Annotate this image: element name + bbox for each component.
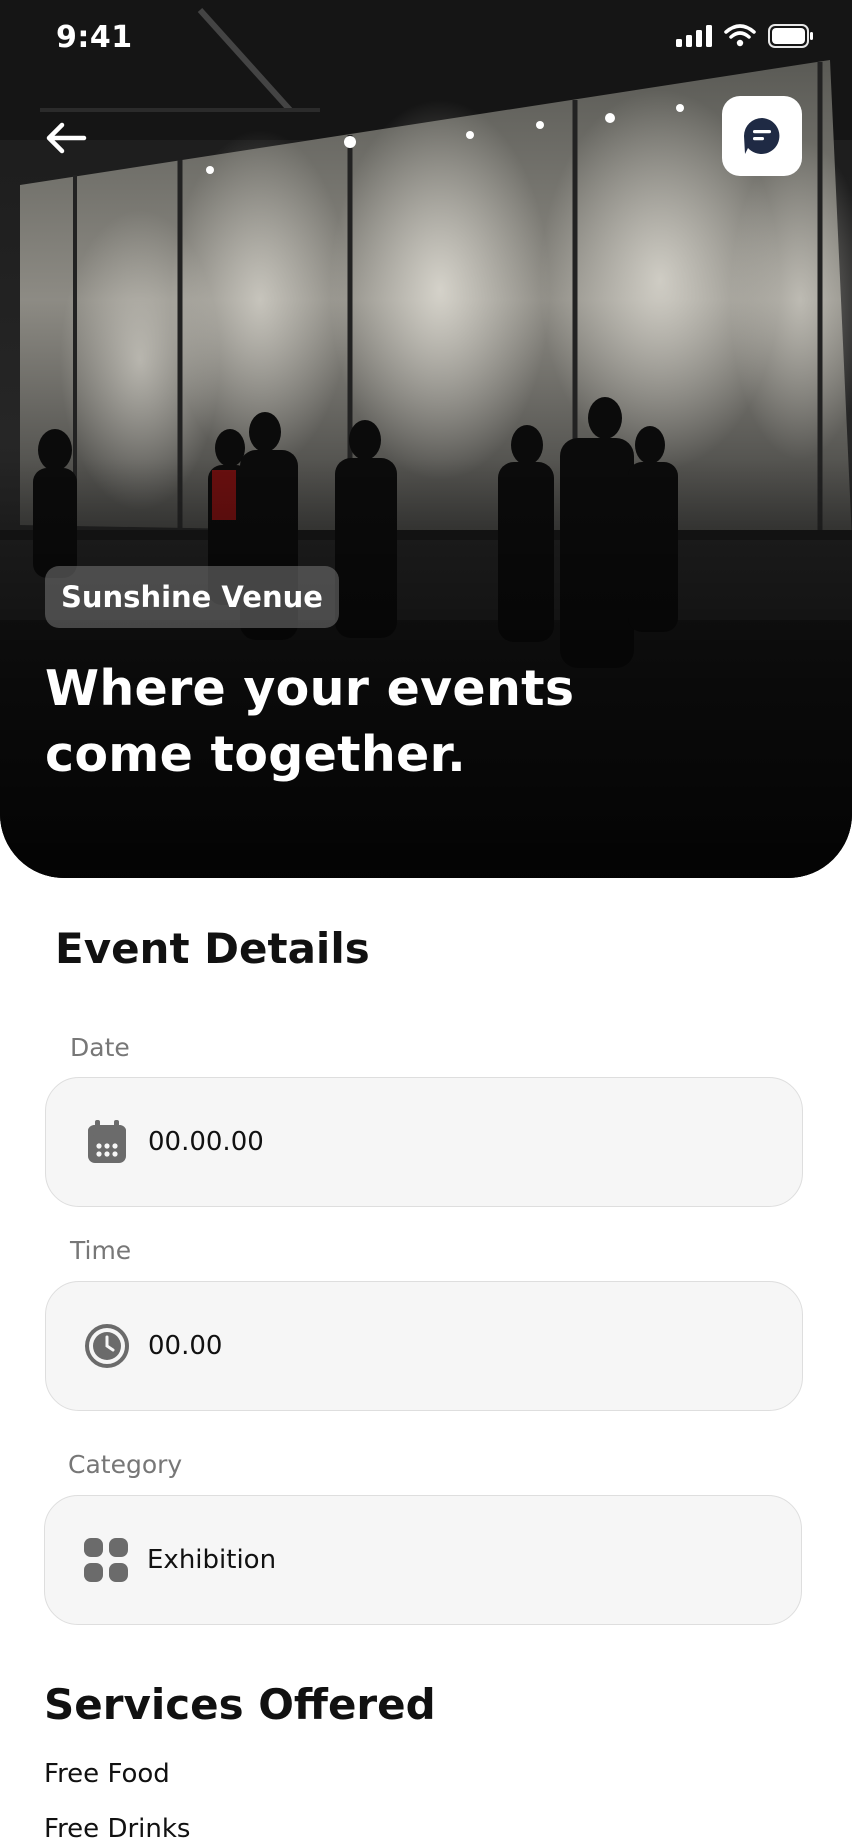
back-button[interactable] (40, 112, 92, 164)
chat-icon (744, 118, 780, 154)
venue-name-badge: Sunshine Venue (45, 566, 339, 628)
hero-headline: Where your events come together. (45, 656, 685, 788)
time-field[interactable]: 00.00 (45, 1281, 803, 1411)
service-item: Free Food (44, 1759, 170, 1789)
hero-headline-line1: Where your events (45, 660, 575, 717)
status-icons (676, 24, 814, 48)
arrow-left-icon (46, 122, 87, 154)
hero-banner: 9:41 Sunshine Venue Where your events co… (0, 0, 852, 878)
wifi-icon (724, 24, 756, 47)
event-details-title: Event Details (55, 924, 370, 973)
status-time: 9:41 (56, 20, 133, 55)
time-value: 00.00 (148, 1331, 223, 1361)
grid-icon (83, 1537, 129, 1583)
date-value: 00.00.00 (148, 1127, 264, 1157)
category-label: Category (68, 1450, 183, 1479)
date-field[interactable]: 00.00.00 (45, 1077, 803, 1207)
service-item: Free Drinks (44, 1814, 191, 1844)
battery-icon (768, 24, 813, 48)
signal-icon (676, 25, 712, 47)
time-label: Time (70, 1236, 132, 1265)
date-label: Date (70, 1033, 130, 1062)
category-value: Exhibition (147, 1545, 277, 1575)
status-bar: 9:41 (0, 0, 852, 80)
chat-button[interactable] (722, 96, 802, 176)
category-field[interactable]: Exhibition (44, 1495, 802, 1625)
clock-icon (84, 1323, 130, 1369)
hero-headline-line2: come together. (45, 726, 466, 783)
calendar-icon (84, 1119, 130, 1165)
services-title: Services Offered (44, 1680, 436, 1729)
